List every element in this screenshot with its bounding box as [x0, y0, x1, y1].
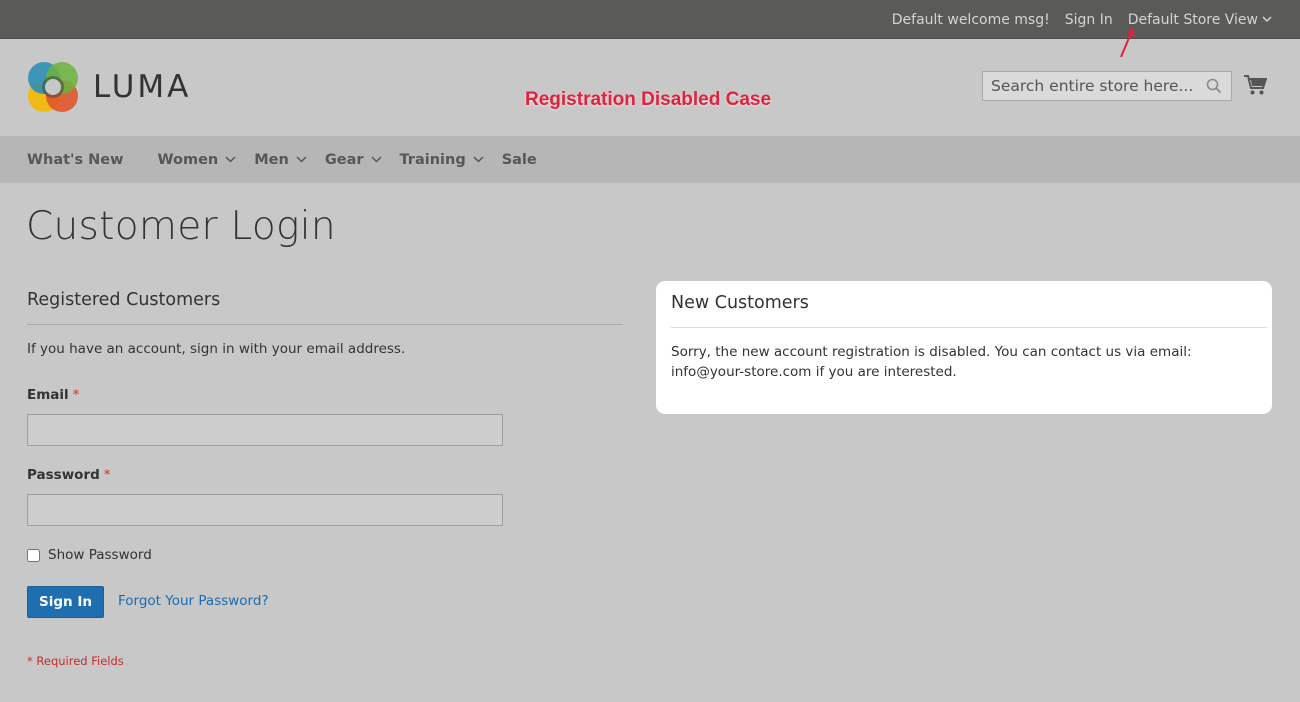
registration-disabled-message: Sorry, the new account registration is d… — [671, 344, 1192, 380]
welcome-message: Default welcome msg! — [891, 11, 1050, 28]
show-password-option[interactable]: Show Password — [27, 547, 152, 563]
chevron-down-icon — [296, 156, 307, 163]
nav-item-women[interactable]: Women — [158, 152, 237, 168]
logo-text: LUMA — [93, 69, 192, 105]
luma-logo[interactable]: LUMA — [27, 61, 191, 113]
main-navigation: What's New Women Men Gear Training Sale — [0, 136, 1300, 183]
header-links: Default welcome msg! Sign In Default Sto… — [892, 0, 1272, 39]
new-customers-block: New Customers Sorry, the new account reg… — [656, 281, 1272, 414]
required-mark: * — [72, 387, 80, 403]
nav-item-label: Men — [254, 151, 289, 168]
required-fields-note: * Required Fields — [27, 654, 124, 668]
nav-item-whats-new[interactable]: What's New — [27, 152, 124, 168]
search-icon[interactable] — [1206, 78, 1222, 94]
email-label-text: Email — [27, 387, 69, 403]
required-mark: * — [103, 467, 111, 483]
password-label-text: Password — [27, 467, 100, 483]
nav-item-training[interactable]: Training — [400, 152, 484, 168]
registered-customers-title: Registered Customers — [27, 290, 623, 325]
sign-in-button[interactable]: Sign In — [27, 586, 104, 618]
page-title: Customer Login — [26, 204, 336, 249]
new-customers-title: New Customers — [671, 293, 1267, 328]
top-signin-link[interactable]: Sign In — [1065, 12, 1113, 28]
login-intro-text: If you have an account, sign in with you… — [27, 341, 406, 357]
show-password-label: Show Password — [48, 547, 152, 563]
nav-item-sale[interactable]: Sale — [502, 152, 537, 168]
annotation-label: Registration Disabled Case — [525, 89, 772, 110]
nav-item-gear[interactable]: Gear — [325, 152, 382, 168]
cart-icon[interactable] — [1243, 74, 1267, 96]
nav-item-men[interactable]: Men — [254, 152, 307, 168]
chevron-down-icon — [473, 156, 484, 163]
nav-item-label: Sale — [501, 151, 537, 168]
top-bar: Default welcome msg! Sign In Default Sto… — [0, 0, 1300, 39]
nav-item-label: Gear — [324, 151, 364, 168]
nav-item-label: Women — [157, 151, 219, 168]
page-header: LUMA Registration Disabled Case — [0, 39, 1300, 136]
email-field[interactable] — [27, 414, 503, 446]
forgot-password-link[interactable]: Forgot Your Password? — [118, 593, 269, 609]
nav-item-label: What's New — [27, 151, 124, 168]
chevron-down-icon — [370, 156, 382, 163]
store-switcher-label: Default Store View — [1127, 11, 1258, 28]
search-box — [982, 71, 1232, 101]
show-password-checkbox[interactable] — [27, 548, 40, 562]
search-input[interactable] — [983, 72, 1203, 100]
logo-icon — [28, 62, 78, 112]
registered-customers-block: Registered Customers If you have an acco… — [27, 290, 623, 357]
password-label: Password * — [27, 467, 111, 483]
chevron-down-icon — [225, 156, 236, 163]
password-field[interactable] — [27, 494, 503, 526]
email-label: Email * — [27, 387, 79, 403]
store-switcher[interactable]: Default Store View — [1128, 12, 1272, 28]
chevron-down-icon — [1262, 16, 1272, 23]
nav-item-label: Training — [399, 151, 466, 168]
